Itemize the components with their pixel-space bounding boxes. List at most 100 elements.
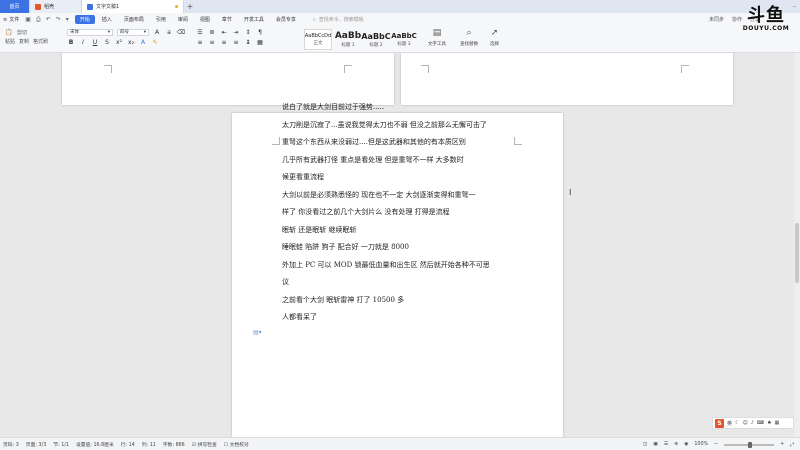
status-row: 行: 14 (120, 442, 135, 448)
menu-page-layout[interactable]: 页面布局 (119, 15, 149, 24)
new-tab-button[interactable]: + (184, 0, 196, 13)
menu-insert[interactable]: 插入 (97, 15, 117, 24)
wps-writer-window: 首页 稻壳 文字文稿1 + – ≡ 文件 ▣ ⎙ ↶ ↷ ▾ 开始 插入 页面布… (0, 0, 800, 450)
find-replace-button[interactable]: ⌕ 查找替换 (460, 28, 478, 47)
command-search[interactable]: ⌕ 查找命令、搜索模板 (313, 16, 364, 24)
document-icon (87, 3, 93, 10)
doc-line: 说白了就是大剑目前过于强势..... (282, 103, 385, 111)
tab-bar: 首页 稻壳 文字文稿1 + (0, 0, 800, 13)
doc-line: 样了 你没看过之前几个大剑片么 没有处理 打得是流程 (282, 208, 450, 216)
style-heading-1-label: 标题 1 (341, 43, 355, 48)
status-word-count[interactable]: 字数: 866 (163, 441, 185, 448)
menu-section[interactable]: 章节 (217, 15, 237, 24)
fit-page-icon[interactable]: ⤢ (790, 442, 794, 448)
copy-button[interactable]: 复制 (19, 38, 29, 45)
menu-developer[interactable]: 开发工具 (239, 15, 269, 24)
text-tool-button[interactable]: ▤ 文字工具 (428, 28, 446, 47)
tab-document[interactable]: 文字文稿1 (82, 0, 184, 13)
web-view-icon[interactable]: ⊕ (674, 442, 678, 447)
chevron-down-icon: ▾ (143, 29, 146, 35)
line-spacing-icon[interactable]: ↨ (244, 38, 252, 46)
cut-button[interactable]: 剪切 (17, 29, 27, 36)
scroll-thumb[interactable] (795, 223, 799, 283)
shading-icon[interactable]: ▦ (256, 38, 264, 46)
number-list-icon[interactable]: ≣ (208, 28, 216, 36)
style-heading-1[interactable]: AaBb 标题 1 (334, 29, 362, 50)
menu-references[interactable]: 引用 (151, 15, 171, 24)
eye-protection-icon[interactable]: ◉ (684, 442, 688, 447)
zoom-level[interactable]: 100% (694, 442, 708, 447)
zoom-out-icon[interactable]: − (714, 442, 718, 447)
style-heading-2[interactable]: AaBbC 标题 2 (361, 29, 390, 50)
bold-icon[interactable]: B (67, 38, 75, 46)
logo-main-text: 斗鱼 (747, 4, 785, 26)
zoom-in-icon[interactable]: + (780, 442, 784, 447)
tab-home[interactable]: 首页 (0, 0, 30, 13)
paragraph-options-icon[interactable]: ▤▾ (253, 329, 262, 336)
undo-icon[interactable]: ↶ (46, 16, 51, 24)
zoom-slider[interactable] (724, 441, 775, 448)
select-label: 选择 (490, 42, 499, 47)
menu-review[interactable]: 审阅 (173, 15, 193, 24)
status-right: ◫ ▣ ☰ ⊕ ◉ 100% − + ⤢ (643, 438, 794, 450)
italic-icon[interactable]: I (79, 38, 87, 46)
menu-member[interactable]: 会员专享 (271, 15, 301, 24)
docer-icon (35, 3, 41, 10)
zoom-slider-knob[interactable] (748, 441, 753, 448)
font-size-select[interactable]: 四号 ▾ (117, 28, 149, 36)
menu-start[interactable]: 开始 (74, 15, 95, 24)
format-painter-button[interactable]: 格式刷 (33, 38, 48, 45)
align-right-icon[interactable]: ≡ (220, 38, 228, 46)
select-button[interactable]: ➚ 选择 (490, 28, 499, 47)
input-method-bar[interactable]: S 英 ☾ ☺ ♪ ⌨ ♠ ▦ (712, 417, 794, 429)
status-pages[interactable]: 页面: 3/3 (26, 441, 46, 448)
chevron-down-icon[interactable]: ▾ (66, 16, 69, 24)
paste-icon[interactable]: 📋 (5, 28, 13, 36)
style-heading-3[interactable]: AaBbC 标题 3 (390, 29, 418, 50)
style-normal[interactable]: AaBbCcDd 正文 (304, 29, 332, 50)
quick-access: ▣ ⎙ ↶ ↷ ▾ (25, 16, 69, 24)
doc-check-button[interactable]: ☐ 文档校对 (224, 441, 249, 448)
align-left-icon[interactable]: ≡ (196, 38, 204, 46)
paste-button[interactable]: 粘贴 (5, 38, 15, 45)
save-icon[interactable]: ▣ (25, 16, 31, 24)
doc-line: 人都看呆了 (282, 313, 317, 321)
align-center-icon[interactable]: ≡ (208, 38, 216, 46)
unsynced-button[interactable]: 未同步 (709, 16, 724, 23)
paragraph-mark-icon[interactable]: ¶ (256, 28, 264, 36)
font-color-icon[interactable]: A (139, 38, 147, 46)
page-view-icon[interactable]: ▣ (653, 442, 658, 447)
vertical-scrollbar[interactable] (794, 53, 800, 437)
doc-line: 大剑以前是必须熟悉怪的 现在也不一定 大剑逐渐变得和重弩一 (282, 190, 476, 199)
superscript-icon[interactable]: x² (115, 38, 123, 46)
spell-check-button[interactable]: ☑ 拼写检查 (192, 441, 217, 448)
text-tool-label: 文字工具 (428, 42, 446, 47)
redo-icon[interactable]: ↷ (56, 16, 61, 24)
unsaved-dot-icon (175, 5, 178, 8)
highlight-icon[interactable]: ✎ (151, 38, 159, 46)
clear-format-icon[interactable]: ⌫ (177, 28, 185, 36)
outline-view-icon[interactable]: ☰ (664, 442, 668, 447)
shrink-font-icon[interactable]: a (165, 28, 173, 36)
doc-line: 候更看重流程 (282, 173, 324, 181)
grow-font-icon[interactable]: A (153, 28, 161, 36)
print-icon[interactable]: ⎙ (36, 16, 41, 24)
strikethrough-icon[interactable]: S (103, 38, 111, 46)
menu-view[interactable]: 视图 (195, 15, 215, 24)
file-menu[interactable]: ≡ 文件 (3, 16, 19, 24)
clipboard-group: 📋 剪切 粘贴 复制 格式刷 (5, 28, 48, 46)
reading-mode-icon[interactable]: ◫ (643, 442, 648, 447)
menu-icon: ≡ (3, 16, 8, 23)
tab-docer[interactable]: 稻壳 (30, 0, 82, 13)
document-body[interactable]: 说白了就是大剑目前过于强势..... 太刀削是沉寂了...虽说我觉得太刀也不弱 … (282, 102, 517, 330)
subscript-icon[interactable]: x₂ (127, 38, 135, 46)
mic-icon: ♪ (750, 420, 754, 426)
sort-icon[interactable]: ↕ (244, 28, 252, 36)
font-name-select[interactable]: 宋体 ▾ (67, 28, 113, 36)
outdent-icon[interactable]: ⇤ (220, 28, 228, 36)
bullet-list-icon[interactable]: ☰ (196, 28, 204, 36)
douyu-logo: 斗鱼 DOUYU.COM (736, 2, 796, 36)
underline-icon[interactable]: U (91, 38, 99, 46)
indent-icon[interactable]: ⇥ (232, 28, 240, 36)
justify-icon[interactable]: ≡ (232, 38, 240, 46)
